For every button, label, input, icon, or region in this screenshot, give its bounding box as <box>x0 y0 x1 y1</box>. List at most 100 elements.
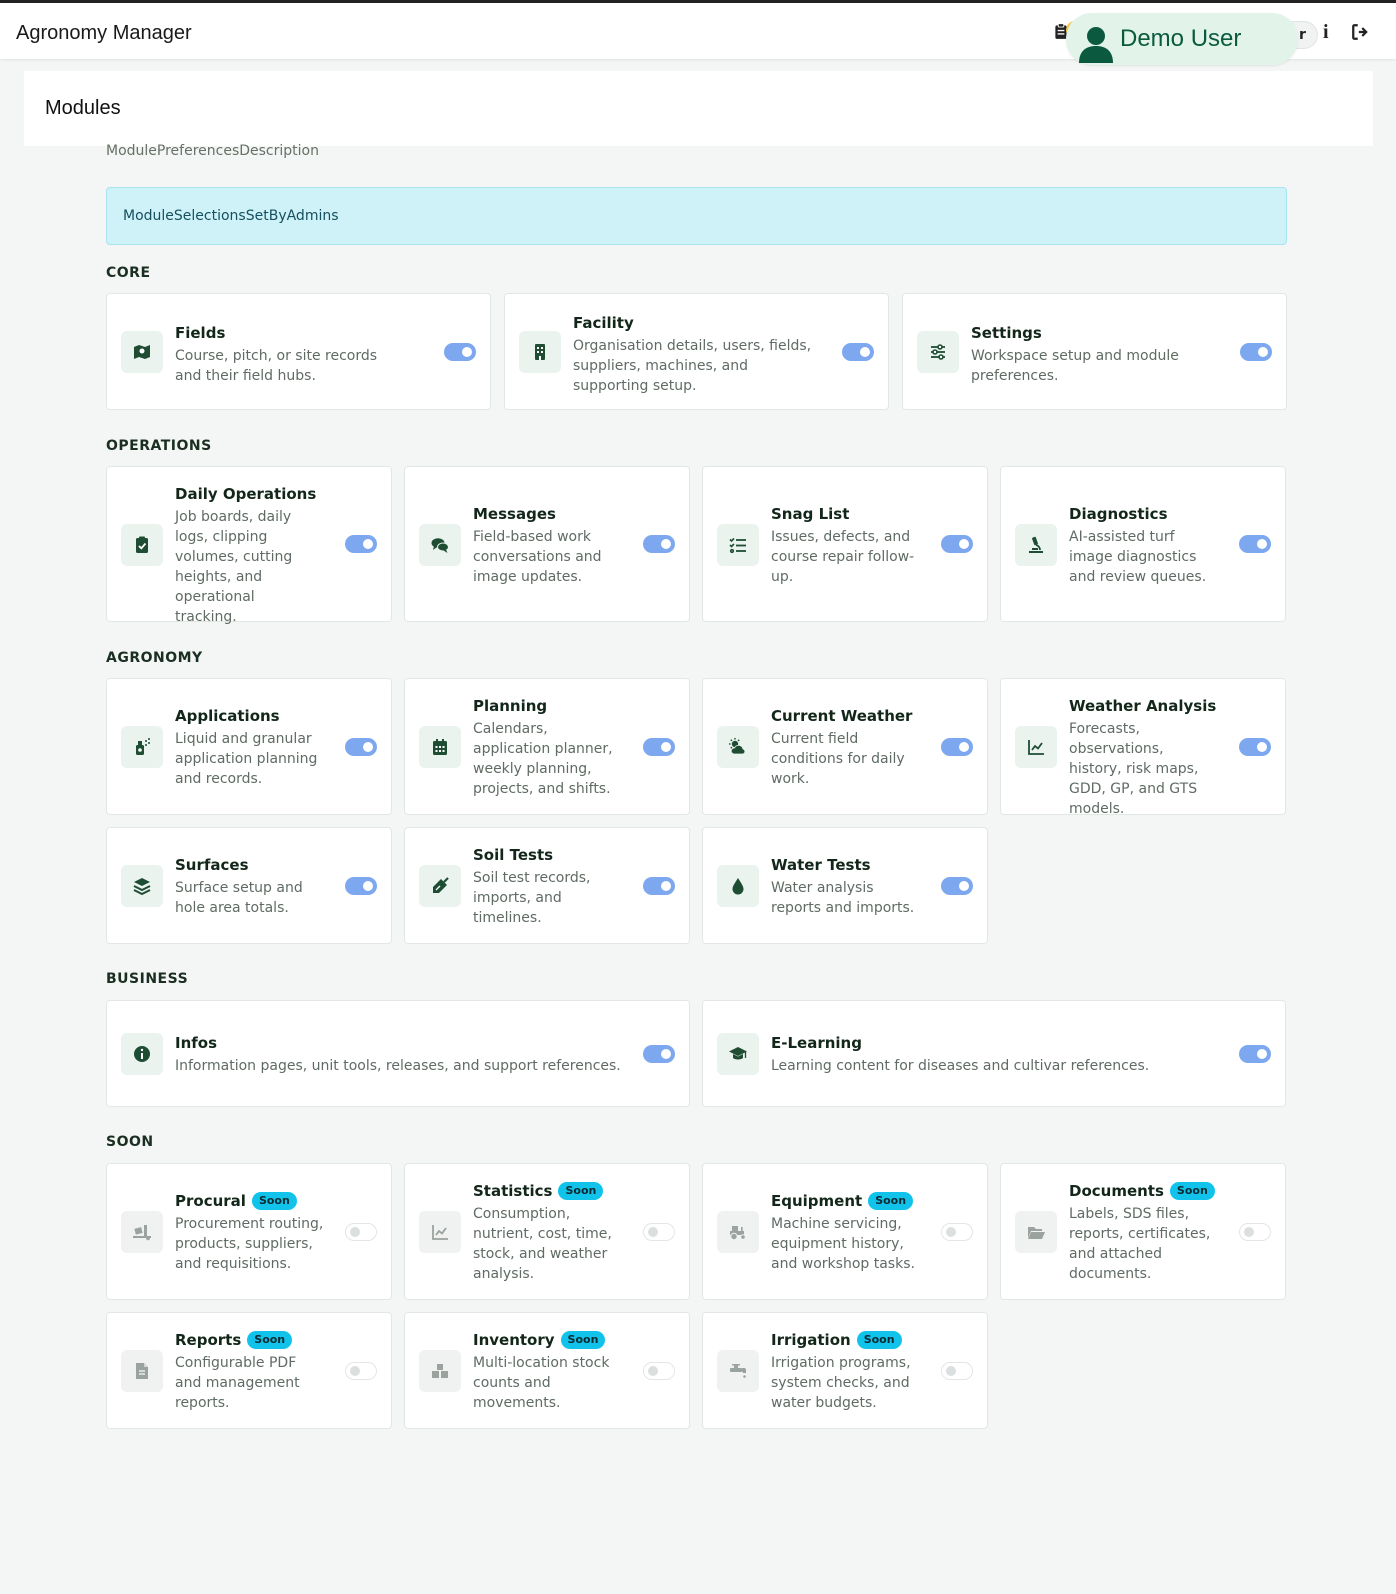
module-card-settings: Settings Workspace setup and module pref… <box>902 293 1287 410</box>
module-description: Surface setup and hole area totals. <box>175 880 303 916</box>
soon-badge: Soon <box>251 1192 297 1210</box>
module-toggle-messages[interactable] <box>643 535 675 553</box>
page-title: Modules <box>45 97 121 119</box>
module-toggle-inventory[interactable] <box>643 1362 675 1380</box>
module-description: AI-assisted turf image diagnostics and r… <box>1069 529 1207 585</box>
module-card-facility: Facility Organisation details, users, fi… <box>504 293 889 410</box>
module-toggle-daily-operations[interactable] <box>345 535 377 553</box>
module-description: Configurable PDF and management reports. <box>175 1355 300 1411</box>
module-toggle-procural[interactable] <box>345 1223 377 1241</box>
module-toggle-facility[interactable] <box>842 343 874 361</box>
module-title: Inventory Soon <box>473 1330 623 1350</box>
module-description: Procurement routing, products, suppliers… <box>175 1216 324 1272</box>
module-toggle-diagnostics[interactable] <box>1239 535 1271 553</box>
module-title: Reports Soon <box>175 1330 325 1350</box>
module-card-procural: Procural Soon Procurement routing, produc… <box>106 1163 392 1300</box>
module-toggle-documents[interactable] <box>1239 1223 1271 1241</box>
module-toggle-statistics[interactable] <box>643 1223 675 1241</box>
module-description: Soil test records, imports, and timeline… <box>473 870 591 926</box>
module-title-text: Equipment <box>771 1192 863 1210</box>
module-card-infos: Infos Information pages, unit tools, rel… <box>106 1000 690 1107</box>
module-title-text: Procural <box>175 1192 246 1210</box>
module-description: Organisation details, users, fields, sup… <box>573 338 812 394</box>
module-title: Daily Operations <box>175 485 317 503</box>
module-title: Soil Tests <box>473 846 554 864</box>
module-title-text: Statistics <box>473 1182 553 1200</box>
section-operations: OPERATIONS <box>106 438 212 454</box>
module-card-equipment: Equipment Soon Machine servicing, equipme… <box>702 1163 988 1300</box>
soon-badge: Soon <box>1169 1182 1215 1200</box>
module-card-statistics: Statistics Soon Consumption, nutrient, co… <box>404 1163 690 1300</box>
module-toggle-fields[interactable] <box>444 343 476 361</box>
module-card-documents: Documents Soon Labels, SDS files, reports… <box>1000 1163 1286 1300</box>
module-title: Fields <box>175 324 226 342</box>
module-title: E-Learning <box>771 1034 862 1052</box>
module-title: Equipment Soon <box>771 1191 921 1211</box>
cloud-sun-icon <box>717 726 759 768</box>
module-description: Issues, defects, and course repair follo… <box>771 529 915 585</box>
info-circle-icon <box>121 1033 163 1075</box>
app-title[interactable]: Agronomy Manager <box>16 22 192 45</box>
module-toggle-weather-analysis[interactable] <box>1239 738 1271 756</box>
module-card-reports: Reports Soon Configurable PDF and managem… <box>106 1312 392 1429</box>
module-title-text: Documents <box>1069 1182 1164 1200</box>
section-soon: SOON <box>106 1134 154 1150</box>
user-name: Demo User <box>1120 25 1242 52</box>
module-description: Multi-location stock counts and movement… <box>473 1355 610 1411</box>
module-toggle-surfaces[interactable] <box>345 877 377 895</box>
module-toggle-infos[interactable] <box>643 1045 675 1063</box>
boxes-icon <box>419 1350 461 1392</box>
truck-ramp-icon <box>121 1211 163 1253</box>
module-toggle-equipment[interactable] <box>941 1223 973 1241</box>
module-card-e-learning: E-Learning Learning content for diseases… <box>702 1000 1286 1107</box>
module-toggle-water-tests[interactable] <box>941 877 973 895</box>
module-toggle-reports[interactable] <box>345 1362 377 1380</box>
info-icon[interactable]: i <box>1323 21 1329 44</box>
droplet-icon <box>717 865 759 907</box>
tractor-icon <box>717 1211 759 1253</box>
module-card-planning: Planning Calendars, application planner,… <box>404 678 690 815</box>
module-description: Machine servicing, equipment history, an… <box>771 1216 915 1272</box>
module-title: Snag List <box>771 505 850 523</box>
module-title: Water Tests <box>771 856 871 874</box>
module-title: Statistics Soon <box>473 1181 623 1201</box>
module-toggle-settings[interactable] <box>1240 343 1272 361</box>
module-toggle-snag-list[interactable] <box>941 535 973 553</box>
module-toggle-planning[interactable] <box>643 738 675 756</box>
module-toggle-current-weather[interactable] <box>941 738 973 756</box>
module-card-irrigation: Irrigation Soon Irrigation programs, syst… <box>702 1312 988 1429</box>
module-title: Planning <box>473 697 548 715</box>
module-description: Course, pitch, or site records and their… <box>175 348 378 384</box>
clipboard-check-icon <box>121 524 163 566</box>
map-icon <box>121 331 163 373</box>
module-toggle-applications[interactable] <box>345 738 377 756</box>
module-title: Irrigation Soon <box>771 1330 921 1350</box>
module-toggle-soil-tests[interactable] <box>643 877 675 895</box>
module-card-soil-tests: Soil Tests Soil test records, imports, a… <box>404 827 690 944</box>
faucet-icon <box>717 1350 759 1392</box>
soon-badge: Soon <box>856 1331 902 1349</box>
module-title: Documents Soon <box>1069 1181 1219 1201</box>
microscope-icon <box>1015 524 1057 566</box>
module-title-text: Reports <box>175 1331 242 1349</box>
chart-line-icon <box>419 1211 461 1253</box>
module-title: Procural Soon <box>175 1191 325 1211</box>
module-description: Liquid and granular application planning… <box>175 731 318 787</box>
module-card-snag-list: Snag List Issues, defects, and course re… <box>702 466 988 622</box>
soon-badge: Soon <box>558 1182 604 1200</box>
module-card-daily-operations: Daily Operations Job boards, daily logs,… <box>106 466 392 625</box>
sliders-icon <box>917 331 959 373</box>
module-card-messages: Messages Field-based work conversations … <box>404 466 690 622</box>
file-icon <box>121 1350 163 1392</box>
module-description: Current field conditions for daily work. <box>771 731 905 787</box>
module-description: Workspace setup and module preferences. <box>971 348 1179 384</box>
user-avatar-icon <box>1079 27 1113 63</box>
module-toggle-irrigation[interactable] <box>941 1362 973 1380</box>
module-card-water-tests: Water Tests Water analysis reports and i… <box>702 827 988 944</box>
module-title: Infos <box>175 1034 218 1052</box>
logout-icon[interactable] <box>1351 23 1369 41</box>
module-card-fields: Fields Course, pitch, or site records an… <box>106 293 491 410</box>
user-menu[interactable]: Demo User <box>1066 13 1298 65</box>
module-description: Calendars, application planner, weekly p… <box>473 721 613 797</box>
module-toggle-e-learning[interactable] <box>1239 1045 1271 1063</box>
